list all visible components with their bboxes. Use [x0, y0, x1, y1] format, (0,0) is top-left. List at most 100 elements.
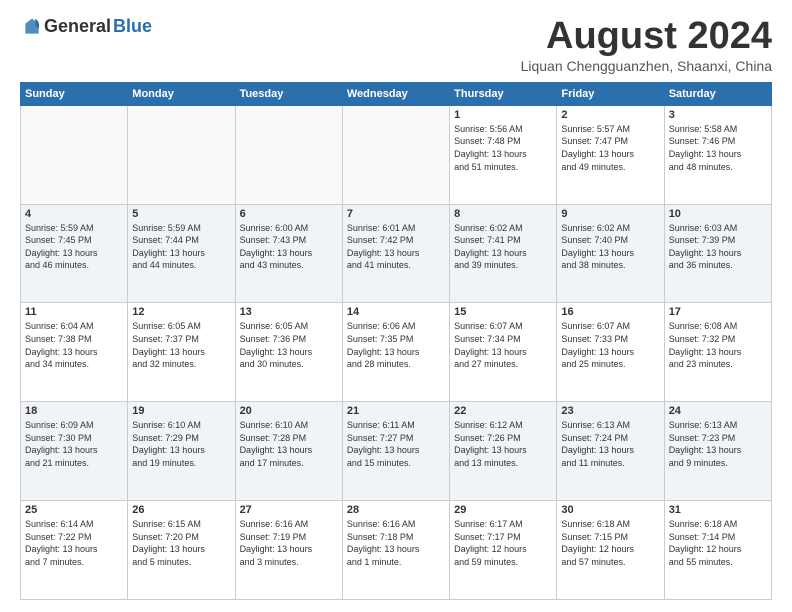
day-number: 21 — [347, 405, 445, 417]
day-info: Sunrise: 6:07 AM Sunset: 7:33 PM Dayligh… — [561, 320, 659, 370]
logo: GeneralBlue — [20, 16, 152, 37]
day-cell: 14 Sunrise: 6:06 AM Sunset: 7:35 PM Dayli… — [342, 303, 449, 402]
day-info: Sunrise: 6:06 AM Sunset: 7:35 PM Dayligh… — [347, 320, 445, 370]
day-number: 13 — [240, 306, 338, 318]
day-cell — [21, 105, 128, 204]
day-info: Sunrise: 6:08 AM Sunset: 7:32 PM Dayligh… — [669, 320, 767, 370]
day-cell: 10Sunrise: 6:03 AM Sunset: 7:39 PM Dayli… — [664, 204, 771, 303]
day-number: 5 — [132, 208, 230, 220]
day-info: Sunrise: 6:07 AM Sunset: 7:34 PM Dayligh… — [454, 320, 552, 370]
day-cell: 29Sunrise: 6:17 AM Sunset: 7:17 PM Dayli… — [450, 501, 557, 600]
day-info: Sunrise: 6:13 AM Sunset: 7:24 PM Dayligh… — [561, 419, 659, 469]
calendar-table: Sunday Monday Tuesday Wednesday Thursday… — [20, 82, 772, 600]
day-number: 25 — [25, 504, 123, 516]
day-info: Sunrise: 5:56 AM Sunset: 7:48 PM Dayligh… — [454, 123, 552, 173]
day-info: Sunrise: 5:58 AM Sunset: 7:46 PM Dayligh… — [669, 123, 767, 173]
logo-general-text: General — [44, 16, 111, 37]
day-number: 30 — [561, 504, 659, 516]
day-cell: 21 Sunrise: 6:11 AM Sunset: 7:27 PM Dayli… — [342, 402, 449, 501]
day-info: Sunrise: 6:15 AM Sunset: 7:20 PM Dayligh… — [132, 518, 230, 568]
day-cell: 5 Sunrise: 5:59 AM Sunset: 7:44 PM Daylig… — [128, 204, 235, 303]
day-number: 19 — [132, 405, 230, 417]
week-row-1: 1 Sunrise: 5:56 AM Sunset: 7:48 PM Daylig… — [21, 105, 772, 204]
day-number: 18 — [25, 405, 123, 417]
day-number: 22 — [454, 405, 552, 417]
day-info: Sunrise: 6:02 AM Sunset: 7:40 PM Dayligh… — [561, 222, 659, 272]
day-cell: 2 Sunrise: 5:57 AM Sunset: 7:47 PM Daylig… — [557, 105, 664, 204]
day-info: Sunrise: 6:03 AM Sunset: 7:39 PM Dayligh… — [669, 222, 767, 272]
day-cell: 19 Sunrise: 6:10 AM Sunset: 7:29 PM Dayli… — [128, 402, 235, 501]
day-number: 26 — [132, 504, 230, 516]
day-info: Sunrise: 6:16 AM Sunset: 7:19 PM Dayligh… — [240, 518, 338, 568]
week-row-4: 18 Sunrise: 6:09 AM Sunset: 7:30 PM Dayli… — [21, 402, 772, 501]
month-year-title: August 2024 — [521, 16, 772, 58]
col-tuesday: Tuesday — [235, 82, 342, 105]
header-row: Sunday Monday Tuesday Wednesday Thursday… — [21, 82, 772, 105]
col-friday: Friday — [557, 82, 664, 105]
col-sunday: Sunday — [21, 82, 128, 105]
day-cell: 8 Sunrise: 6:02 AM Sunset: 7:41 PM Daylig… — [450, 204, 557, 303]
day-cell: 16Sunrise: 6:07 AM Sunset: 7:33 PM Dayli… — [557, 303, 664, 402]
day-cell: 28Sunrise: 6:16 AM Sunset: 7:18 PM Dayli… — [342, 501, 449, 600]
day-info: Sunrise: 6:10 AM Sunset: 7:29 PM Dayligh… — [132, 419, 230, 469]
day-info: Sunrise: 6:10 AM Sunset: 7:28 PM Dayligh… — [240, 419, 338, 469]
day-number: 8 — [454, 208, 552, 220]
day-info: Sunrise: 6:09 AM Sunset: 7:30 PM Dayligh… — [25, 419, 123, 469]
day-cell: 7 Sunrise: 6:01 AM Sunset: 7:42 PM Daylig… — [342, 204, 449, 303]
header: GeneralBlue August 2024 Liquan Chengguan… — [20, 16, 772, 74]
day-cell: 11 Sunrise: 6:04 AM Sunset: 7:38 PM Dayli… — [21, 303, 128, 402]
day-cell: 3Sunrise: 5:58 AM Sunset: 7:46 PM Daylig… — [664, 105, 771, 204]
day-info: Sunrise: 6:12 AM Sunset: 7:26 PM Dayligh… — [454, 419, 552, 469]
col-thursday: Thursday — [450, 82, 557, 105]
day-info: Sunrise: 5:59 AM Sunset: 7:44 PM Dayligh… — [132, 222, 230, 272]
day-number: 23 — [561, 405, 659, 417]
logo-icon — [22, 17, 42, 37]
day-number: 7 — [347, 208, 445, 220]
day-number: 27 — [240, 504, 338, 516]
day-number: 14 — [347, 306, 445, 318]
day-number: 31 — [669, 504, 767, 516]
day-info: Sunrise: 6:04 AM Sunset: 7:38 PM Dayligh… — [25, 320, 123, 370]
title-block: August 2024 Liquan Chengguanzhen, Shaanx… — [521, 16, 772, 74]
day-number: 12 — [132, 306, 230, 318]
day-number: 4 — [25, 208, 123, 220]
calendar-body: 1 Sunrise: 5:56 AM Sunset: 7:48 PM Daylig… — [21, 105, 772, 599]
day-number: 6 — [240, 208, 338, 220]
day-info: Sunrise: 6:11 AM Sunset: 7:27 PM Dayligh… — [347, 419, 445, 469]
day-info: Sunrise: 6:05 AM Sunset: 7:36 PM Dayligh… — [240, 320, 338, 370]
calendar-header: Sunday Monday Tuesday Wednesday Thursday… — [21, 82, 772, 105]
day-info: Sunrise: 6:02 AM Sunset: 7:41 PM Dayligh… — [454, 222, 552, 272]
day-cell: 31 Sunrise: 6:18 AM Sunset: 7:14 PM Dayli… — [664, 501, 771, 600]
day-info: Sunrise: 6:18 AM Sunset: 7:14 PM Dayligh… — [669, 518, 767, 568]
day-cell: 12Sunrise: 6:05 AM Sunset: 7:37 PM Dayli… — [128, 303, 235, 402]
day-number: 11 — [25, 306, 123, 318]
day-cell: 24Sunrise: 6:13 AM Sunset: 7:23 PM Dayli… — [664, 402, 771, 501]
day-number: 2 — [561, 109, 659, 121]
day-cell: 9 Sunrise: 6:02 AM Sunset: 7:40 PM Daylig… — [557, 204, 664, 303]
day-info: Sunrise: 5:57 AM Sunset: 7:47 PM Dayligh… — [561, 123, 659, 173]
day-info: Sunrise: 6:13 AM Sunset: 7:23 PM Dayligh… — [669, 419, 767, 469]
day-number: 1 — [454, 109, 552, 121]
day-cell: 1 Sunrise: 5:56 AM Sunset: 7:48 PM Daylig… — [450, 105, 557, 204]
day-cell: 27 Sunrise: 6:16 AM Sunset: 7:19 PM Dayli… — [235, 501, 342, 600]
day-number: 20 — [240, 405, 338, 417]
day-cell — [342, 105, 449, 204]
day-cell — [128, 105, 235, 204]
day-cell: 6 Sunrise: 6:00 AM Sunset: 7:43 PM Daylig… — [235, 204, 342, 303]
day-number: 9 — [561, 208, 659, 220]
day-cell: 4Sunrise: 5:59 AM Sunset: 7:45 PM Daylig… — [21, 204, 128, 303]
day-info: Sunrise: 6:18 AM Sunset: 7:15 PM Dayligh… — [561, 518, 659, 568]
week-row-2: 4Sunrise: 5:59 AM Sunset: 7:45 PM Daylig… — [21, 204, 772, 303]
day-info: Sunrise: 6:01 AM Sunset: 7:42 PM Dayligh… — [347, 222, 445, 272]
day-info: Sunrise: 6:00 AM Sunset: 7:43 PM Dayligh… — [240, 222, 338, 272]
day-number: 17 — [669, 306, 767, 318]
day-info: Sunrise: 6:16 AM Sunset: 7:18 PM Dayligh… — [347, 518, 445, 568]
day-cell: 15Sunrise: 6:07 AM Sunset: 7:34 PM Dayli… — [450, 303, 557, 402]
col-wednesday: Wednesday — [342, 82, 449, 105]
col-saturday: Saturday — [664, 82, 771, 105]
day-cell: 20 Sunrise: 6:10 AM Sunset: 7:28 PM Dayli… — [235, 402, 342, 501]
day-cell: 18 Sunrise: 6:09 AM Sunset: 7:30 PM Dayli… — [21, 402, 128, 501]
day-cell: 26 Sunrise: 6:15 AM Sunset: 7:20 PM Dayli… — [128, 501, 235, 600]
col-monday: Monday — [128, 82, 235, 105]
day-cell: 25Sunrise: 6:14 AM Sunset: 7:22 PM Dayli… — [21, 501, 128, 600]
